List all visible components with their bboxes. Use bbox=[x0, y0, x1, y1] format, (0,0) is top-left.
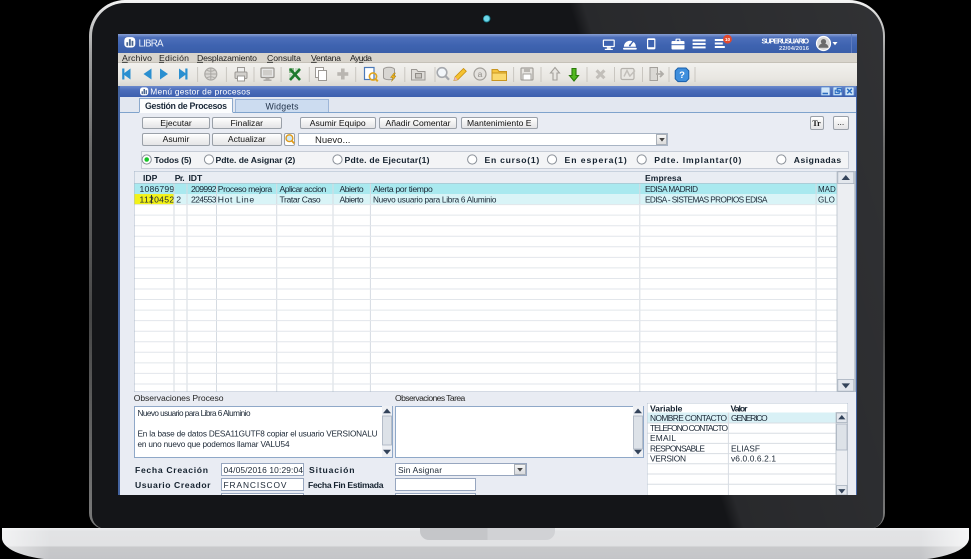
svg-text:En la base de datos DESA11GUTF: En la base de datos DESA11GUTF8 copiar e… bbox=[137, 429, 377, 438]
svg-text:TELEFONO CONTACTO: TELEFONO CONTACTO bbox=[650, 423, 728, 433]
svg-text:NOMBRE CONTACTO: NOMBRE CONTACTO bbox=[650, 412, 727, 422]
svg-text:Edición: Edición bbox=[159, 53, 189, 63]
svg-text:209992: 209992 bbox=[191, 184, 217, 194]
svg-text:Observaciones Tarea: Observaciones Tarea bbox=[395, 393, 466, 403]
svg-text:22/04/2016: 22/04/2016 bbox=[779, 46, 810, 52]
svg-text:Observaciones Proceso: Observaciones Proceso bbox=[134, 393, 224, 403]
svg-text:Empresa: Empresa bbox=[645, 173, 682, 183]
svg-text:Todos (5): Todos (5) bbox=[154, 155, 191, 165]
svg-text:Gestión de Procesos: Gestión de Procesos bbox=[145, 101, 227, 111]
svg-text:Tratar Caso: Tratar Caso bbox=[279, 195, 320, 205]
svg-text:ELIASF: ELIASF bbox=[731, 443, 760, 453]
svg-text:Variable: Variable bbox=[650, 403, 683, 413]
svg-text:Asignadas: Asignadas bbox=[793, 155, 841, 165]
svg-text:Nuevo usuario para Libra 6 Alu: Nuevo usuario para Libra 6 Aluminio bbox=[373, 196, 497, 205]
svg-text:10: 10 bbox=[725, 37, 731, 42]
svg-text:GENERICO: GENERICO bbox=[731, 412, 768, 422]
svg-text:04/05/2016 10:29:04: 04/05/2016 10:29:04 bbox=[224, 465, 304, 475]
svg-text:Widgets: Widgets bbox=[265, 101, 299, 111]
svg-text:RESPONSABLE: RESPONSABLE bbox=[650, 443, 705, 453]
svg-text:FRANCISCOV: FRANCISCOV bbox=[224, 480, 287, 490]
svg-text:224553: 224553 bbox=[191, 195, 217, 205]
svg-text:Fecha Fin Estimada: Fecha Fin Estimada bbox=[308, 480, 384, 490]
svg-text:EDISA MADRID: EDISA MADRID bbox=[645, 185, 698, 194]
svg-text:Pdte. de Ejecutar(1): Pdte. de Ejecutar(1) bbox=[344, 155, 429, 165]
svg-text:Ventana: Ventana bbox=[311, 53, 341, 63]
svg-text:EMAIL: EMAIL bbox=[650, 433, 676, 443]
svg-text:IDT: IDT bbox=[188, 173, 202, 183]
svg-text:?: ? bbox=[679, 70, 685, 81]
svg-text:2: 2 bbox=[176, 195, 181, 205]
svg-text:Consulta: Consulta bbox=[267, 53, 301, 63]
svg-text:a: a bbox=[478, 69, 483, 79]
svg-text:Aplicar accion: Aplicar accion bbox=[279, 184, 326, 194]
svg-text:1120452: 1120452 bbox=[139, 195, 174, 205]
svg-text:MAD: MAD bbox=[818, 185, 836, 194]
svg-text:LIBRA: LIBRA bbox=[139, 38, 164, 49]
svg-text:Pr.: Pr. bbox=[174, 173, 184, 183]
svg-text:Hot Line: Hot Line bbox=[217, 195, 254, 205]
svg-text:Nuevo usuario para Libra 6 Alu: Nuevo usuario para Libra 6 Aluminio bbox=[137, 409, 250, 418]
svg-text:GLO: GLO bbox=[818, 196, 835, 205]
svg-text:En espera(1): En espera(1) bbox=[564, 155, 626, 165]
svg-text:Sin Asignar: Sin Asignar bbox=[398, 465, 442, 475]
svg-text:Archivo: Archivo bbox=[122, 53, 152, 63]
svg-text:Usuario Creador: Usuario Creador bbox=[135, 480, 211, 490]
svg-text:Pdte. Implantar(0): Pdte. Implantar(0) bbox=[654, 155, 741, 165]
svg-text:Menú gestor de procesos: Menú gestor de procesos bbox=[150, 86, 250, 96]
svg-text:Pdte. de Asignar (2): Pdte. de Asignar (2) bbox=[215, 155, 295, 165]
svg-text:Desplazamiento: Desplazamiento bbox=[197, 53, 257, 63]
svg-text:Proceso mejora: Proceso mejora bbox=[217, 184, 272, 194]
svg-text:Situación: Situación bbox=[309, 465, 355, 475]
svg-text:En curso(1): En curso(1) bbox=[484, 155, 539, 165]
svg-text:en uno nuevo que podemos llama: en uno nuevo que podemos llamar VALU54 bbox=[137, 440, 289, 449]
svg-text:IDP: IDP bbox=[143, 173, 158, 183]
svg-text:Fecha Creación: Fecha Creación bbox=[135, 465, 208, 475]
svg-text:Valor: Valor bbox=[730, 403, 748, 413]
svg-text:Abierto: Abierto bbox=[339, 195, 363, 205]
svg-text:Abierto: Abierto bbox=[339, 184, 363, 194]
svg-text:1086799: 1086799 bbox=[139, 184, 174, 194]
svg-text:Ayuda: Ayuda bbox=[350, 53, 372, 63]
svg-text:EDISA - SISTEMAS PROPIOS EDISA: EDISA - SISTEMAS PROPIOS EDISA bbox=[645, 196, 768, 205]
svg-text:Alerta por tiempo: Alerta por tiempo bbox=[373, 184, 433, 194]
svg-text:SUPERUSUARIO: SUPERUSUARIO bbox=[762, 36, 810, 45]
